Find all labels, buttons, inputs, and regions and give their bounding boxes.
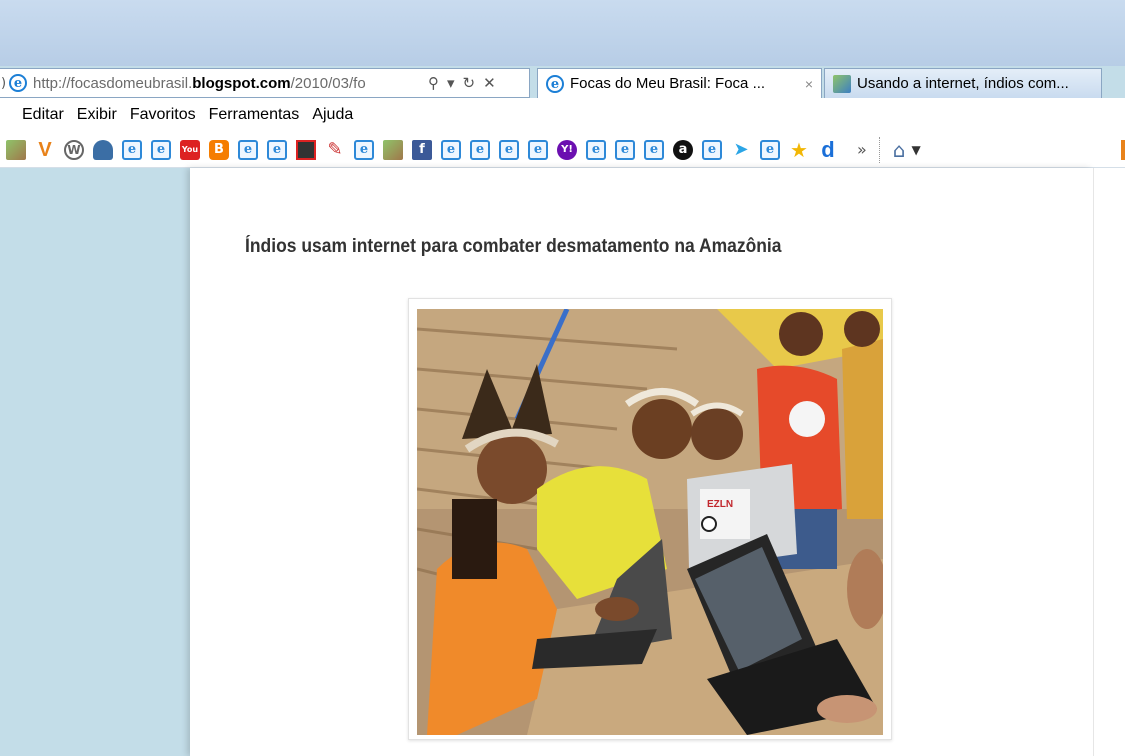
- bookmark-ie-icon[interactable]: e: [267, 139, 287, 160]
- ie-tab-icon: e: [546, 74, 564, 93]
- menu-bar: Editar Exibir Favoritos Ferramentas Ajud…: [0, 98, 1125, 132]
- bookmark-ie-icon[interactable]: e: [702, 139, 722, 160]
- url-input[interactable]: http://focasdomeubrasil.blogspot.com/201…: [33, 75, 418, 92]
- bookmark-v-icon[interactable]: V: [35, 140, 55, 160]
- home-dropdown-icon[interactable]: ▼: [912, 143, 921, 157]
- bookmark-user-icon[interactable]: [93, 139, 113, 160]
- bookmark-ie-icon[interactable]: e: [151, 139, 171, 160]
- bookmark-ie-icon[interactable]: e: [644, 139, 664, 160]
- bookmark-leaf-icon[interactable]: [6, 139, 26, 160]
- close-tab-icon[interactable]: ×: [805, 76, 813, 92]
- bookmark-ie-icon[interactable]: e: [122, 139, 142, 160]
- bookmark-feather-icon[interactable]: ✎: [325, 140, 345, 160]
- tab-focas-do-meu-brasil[interactable]: e Focas do Meu Brasil: Foca ... ×: [537, 68, 822, 98]
- menu-ferramentas[interactable]: Ferramentas: [209, 106, 300, 124]
- bookmark-black-circle-icon[interactable]: a: [673, 139, 693, 160]
- refresh-icon[interactable]: ↻: [463, 74, 476, 92]
- home-icon[interactable]: ⌂: [893, 138, 906, 162]
- bookmark-ie-icon[interactable]: e: [238, 139, 258, 160]
- site-favicon-icon: [833, 74, 851, 93]
- page-left-background: [0, 168, 190, 756]
- bookmark-ie-icon[interactable]: e: [470, 139, 490, 160]
- page-right-margin: [1093, 168, 1125, 756]
- favorites-bar: V W e e You B e e ✎ e f e e e e Y! e e e…: [0, 132, 1125, 168]
- window-title-bar: [0, 0, 1125, 66]
- menu-editar[interactable]: Editar: [22, 106, 64, 124]
- bookmark-ie-icon[interactable]: e: [354, 139, 374, 160]
- bookmark-ie-icon[interactable]: e: [528, 139, 548, 160]
- bookmark-facebook-icon[interactable]: f: [412, 139, 432, 160]
- menu-ajuda[interactable]: Ajuda: [312, 106, 353, 124]
- stop-icon[interactable]: ✕: [483, 74, 496, 92]
- blog-content: Índios usam internet para combater desma…: [190, 168, 1093, 756]
- menu-exibir[interactable]: Exibir: [77, 106, 117, 124]
- dropdown-icon[interactable]: ▾: [447, 74, 455, 92]
- address-bar-edge: ): [1, 75, 7, 91]
- bookmark-blogger-icon[interactable]: B: [209, 139, 229, 160]
- toolbar-separator: [878, 136, 881, 163]
- article-title[interactable]: Índios usam internet para combater desma…: [245, 236, 782, 258]
- bookmark-star-icon[interactable]: ★: [789, 140, 809, 160]
- bookmark-hourglass-icon[interactable]: [296, 139, 316, 160]
- search-icon[interactable]: ⚲: [428, 74, 439, 92]
- bookmark-yahoo-icon[interactable]: Y!: [557, 139, 577, 160]
- bookmark-ie-icon[interactable]: e: [615, 139, 635, 160]
- article-image-frame: EZLN: [408, 298, 892, 740]
- menu-favoritos[interactable]: Favoritos: [130, 106, 196, 124]
- bookmark-delicious-icon[interactable]: d: [818, 138, 838, 160]
- bookmark-leaf-icon[interactable]: [383, 139, 403, 160]
- bookmark-ie-icon[interactable]: e: [441, 139, 461, 160]
- bookmark-ie-icon[interactable]: e: [760, 139, 780, 160]
- favorites-overflow-icon[interactable]: »: [857, 140, 867, 159]
- address-bar[interactable]: ) e http://focasdomeubrasil.blogspot.com…: [0, 68, 530, 98]
- ie-page-icon: e: [9, 74, 27, 92]
- bookmark-ie-icon[interactable]: e: [586, 139, 606, 160]
- toolbar-overflow-icon[interactable]: [1121, 140, 1125, 160]
- article-photo[interactable]: EZLN: [417, 309, 883, 735]
- bookmark-twitter-icon[interactable]: ➤: [731, 140, 751, 160]
- tab-label: Usando a internet, índios com...: [857, 75, 1069, 92]
- bookmark-ie-icon[interactable]: e: [499, 139, 519, 160]
- laptop-sticker-text: EZLN: [707, 499, 733, 510]
- bookmark-youtube-icon[interactable]: You: [180, 139, 200, 160]
- tab-usando-a-internet[interactable]: Usando a internet, índios com...: [824, 68, 1102, 98]
- tab-label: Focas do Meu Brasil: Foca ...: [570, 75, 766, 92]
- bookmark-wordpress-icon[interactable]: W: [64, 139, 84, 160]
